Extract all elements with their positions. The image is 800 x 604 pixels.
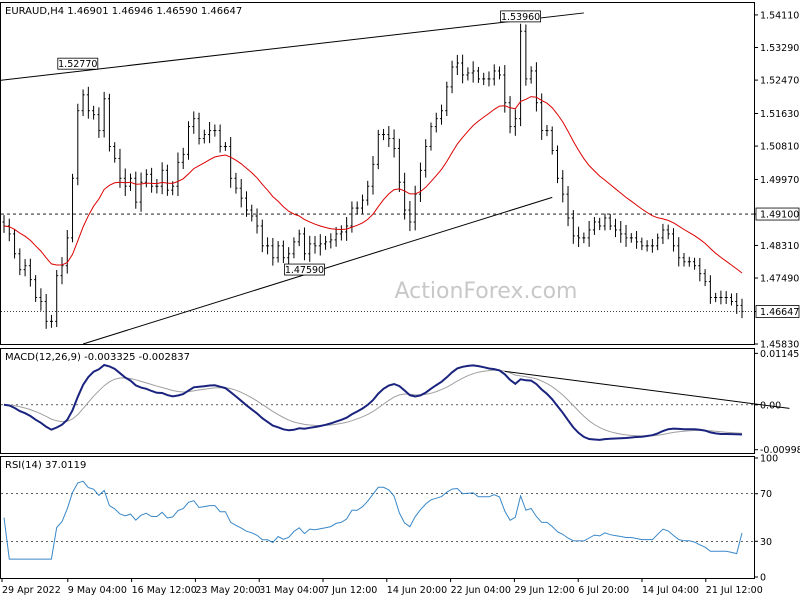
macd-signal-line <box>3 369 743 437</box>
x-tick-label: 16 May 12:00 <box>132 585 197 596</box>
x-tick-label: 31 May 04:00 <box>259 585 324 596</box>
macd-panel-frame <box>0 348 755 454</box>
rsi-y-tick-label: 100 <box>760 454 778 465</box>
price-y-tick-label: 1.54110 <box>760 10 799 21</box>
price-annotation-label: 1.47590 <box>285 265 324 276</box>
price-annotation-label: 1.52770 <box>58 59 97 70</box>
macd-trendline <box>504 370 790 409</box>
rsi-line <box>3 480 743 560</box>
price-header: EURAUD,H4 1.46901 1.46946 1.46590 1.4664… <box>5 6 242 17</box>
price-trendline <box>0 12 584 81</box>
macd-main-line <box>3 363 743 441</box>
x-tick-label: 6 Jul 20:00 <box>578 585 629 596</box>
price-bars-layer <box>2 23 744 329</box>
rsi-panel-frame <box>0 456 755 579</box>
macd-header: MACD(12,26,9) -0.003325 -0.002837 <box>5 352 190 363</box>
x-tick-label: 23 May 20:00 <box>195 585 260 596</box>
x-tick-label: 14 Jun 20:00 <box>387 585 447 596</box>
watermark: ActionForex.com <box>395 279 578 304</box>
price-y-tick-label: 1.47490 <box>760 274 799 285</box>
price-panel-frame <box>0 2 755 345</box>
rsi-y-tick-label: 70 <box>760 489 772 500</box>
macd-y-tick-label: 0.00 <box>760 400 781 411</box>
chart-root: ActionForex.com 1.52770 1.53960 1.47590 1.… <box>0 0 800 600</box>
x-tick-label: 21 Jul 12:00 <box>706 585 763 596</box>
x-tick-label: 7 Jun 12:00 <box>323 585 377 596</box>
price-overlay-layer: 1.52770 1.53960 1.47590 <box>0 10 743 345</box>
macd-layer <box>1 363 790 441</box>
rsi-y-tick-label: 30 <box>760 537 772 548</box>
price-y-tick-label: 1.52470 <box>760 76 799 87</box>
price-y-tick-label: 1.49100 <box>760 210 799 221</box>
x-tick-label: 9 May 04:00 <box>68 585 127 596</box>
price-y-tick-label: 1.49970 <box>760 175 799 186</box>
x-tick-label: 29 Jun 12:00 <box>514 585 574 596</box>
rsi-y-tick-label: 0 <box>760 573 766 584</box>
price-y-tick-label: 1.48310 <box>760 241 799 252</box>
macd-y-tick-label: 0.01145 <box>760 349 799 360</box>
x-tick-label: 14 Jul 04:00 <box>642 585 699 596</box>
price-y-tick-label: 1.51630 <box>760 109 799 120</box>
price-grid-layer <box>1 213 754 312</box>
x-tick-label: 22 Jun 04:00 <box>451 585 511 596</box>
price-y-tick-label: 1.46647 <box>760 307 799 318</box>
price-y-tick-label: 1.53290 <box>760 43 799 54</box>
chart-svg: ActionForex.com 1.52770 1.53960 1.47590 1.… <box>0 2 800 596</box>
x-tick-label: 29 Apr 2022 <box>2 585 61 596</box>
price-y-tick-label: 1.50810 <box>760 142 799 153</box>
price-annotation-label: 1.53960 <box>501 12 540 23</box>
rsi-header: RSI(14) 37.0119 <box>5 460 86 471</box>
rsi-layer <box>1 480 754 560</box>
